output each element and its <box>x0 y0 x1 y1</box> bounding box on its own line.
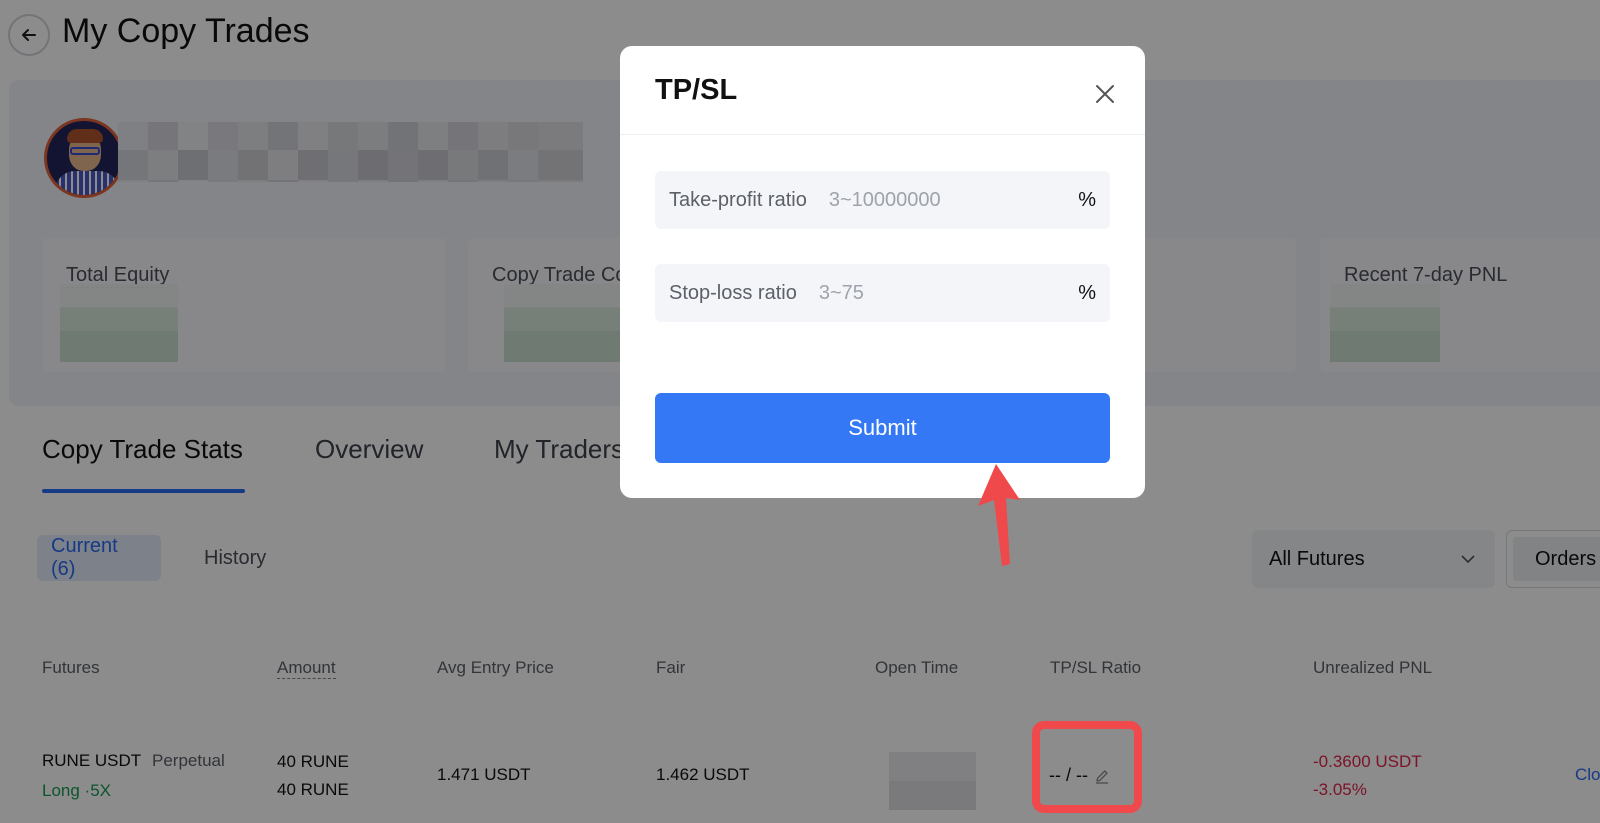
tpsl-modal: TP/SL Take-profit ratio % Stop-loss rati… <box>620 46 1145 498</box>
stop-loss-input[interactable] <box>818 281 1071 305</box>
submit-button[interactable]: Submit <box>655 393 1110 463</box>
annotation-arrow-icon <box>978 464 1020 566</box>
take-profit-unit: % <box>1078 188 1096 211</box>
modal-divider <box>620 134 1145 135</box>
take-profit-label: Take-profit ratio <box>669 188 807 211</box>
close-button[interactable] <box>1090 79 1120 109</box>
stop-loss-label: Stop-loss ratio <box>669 281 797 304</box>
stop-loss-unit: % <box>1078 281 1096 304</box>
take-profit-input[interactable] <box>828 188 1071 212</box>
stop-loss-field[interactable]: Stop-loss ratio % <box>655 264 1110 322</box>
annotation-highlight-box <box>1032 721 1142 813</box>
modal-title: TP/SL <box>655 74 738 106</box>
close-icon <box>1096 85 1114 103</box>
take-profit-field[interactable]: Take-profit ratio % <box>655 171 1110 229</box>
